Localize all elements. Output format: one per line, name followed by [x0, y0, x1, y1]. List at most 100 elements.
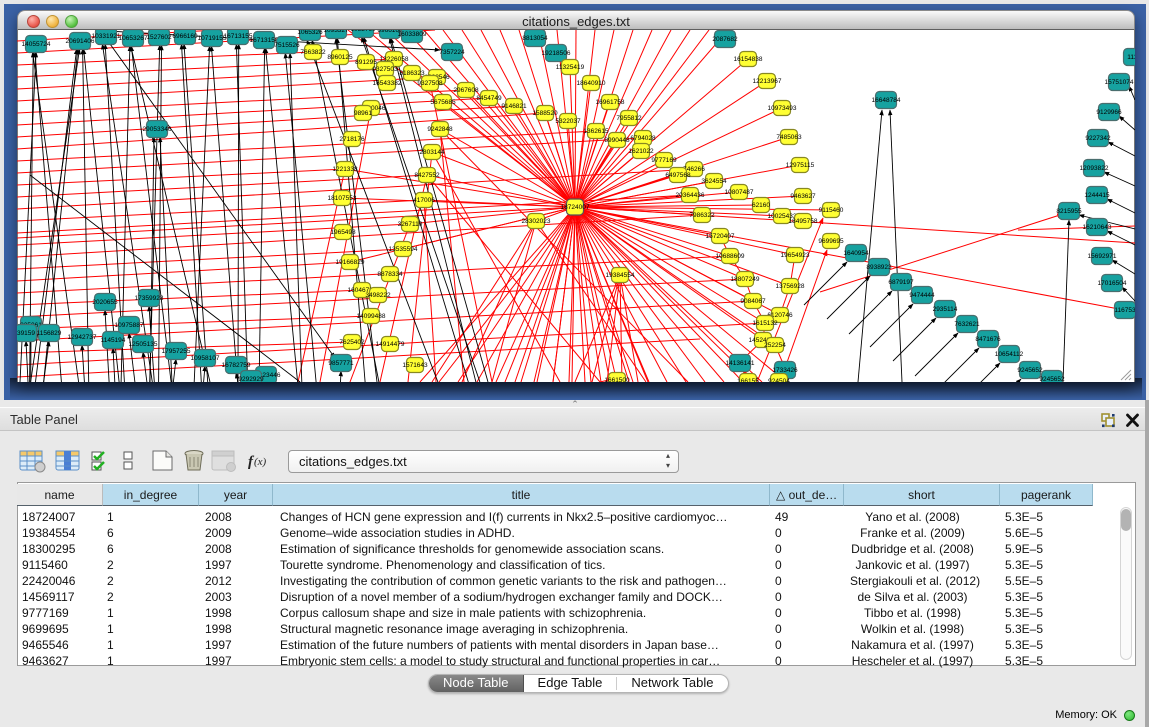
svg-text:16648784: 16648784 — [872, 97, 901, 104]
svg-text:17957255: 17957255 — [162, 348, 191, 355]
svg-text:9474444: 9474444 — [909, 292, 935, 299]
svg-text:1965498: 1965498 — [330, 229, 356, 236]
svg-text:1244415: 1244415 — [1084, 192, 1110, 199]
svg-text:16961758: 16961758 — [596, 99, 625, 106]
svg-text:16782759: 16782759 — [222, 362, 251, 369]
svg-text:18107553: 18107553 — [328, 195, 357, 202]
svg-text:10973493: 10973493 — [768, 105, 797, 112]
svg-text:19654923: 19654923 — [781, 252, 810, 259]
svg-text:9245652: 9245652 — [1039, 376, 1065, 382]
svg-text:8960125: 8960125 — [327, 54, 353, 61]
svg-text:1527602: 1527602 — [146, 34, 172, 41]
svg-text:20364436: 20364436 — [676, 192, 705, 199]
svg-text:12942737: 12942737 — [68, 334, 97, 341]
svg-text:20691406: 20691406 — [66, 38, 95, 45]
svg-text:1661500: 1661500 — [604, 377, 630, 382]
svg-text:9292929: 9292929 — [238, 376, 264, 382]
svg-text:9115460: 9115460 — [819, 207, 844, 214]
svg-text:18640910: 18640910 — [577, 80, 606, 87]
svg-text:12975115: 12975115 — [786, 162, 815, 169]
svg-text:19218506: 19218506 — [542, 50, 571, 57]
svg-text:1615132: 1615132 — [752, 320, 778, 327]
svg-text:9146821: 9146821 — [501, 103, 527, 110]
svg-text:39159: 39159 — [17, 330, 35, 337]
svg-text:2718176: 2718176 — [339, 136, 365, 143]
svg-text:1571643: 1571643 — [402, 362, 428, 369]
svg-text:7986322: 7986322 — [689, 212, 715, 219]
svg-text:116753: 116753 — [1114, 307, 1135, 314]
svg-text:166155: 166155 — [737, 378, 759, 382]
svg-text:9227342: 9227342 — [1085, 135, 1111, 142]
svg-text:19166829: 19166829 — [336, 259, 365, 266]
svg-text:9327508: 9327508 — [417, 80, 443, 87]
svg-text:8878334: 8878334 — [377, 271, 403, 278]
svg-text:12213967: 12213967 — [753, 78, 782, 85]
svg-text:12505135: 12505135 — [129, 341, 158, 348]
svg-text:10958107: 10958107 — [191, 355, 220, 362]
svg-text:1156829: 1156829 — [37, 330, 62, 337]
svg-text:5675685: 5675685 — [430, 99, 456, 106]
svg-text:7357224: 7357224 — [439, 49, 465, 56]
svg-text:9327503: 9327503 — [372, 66, 398, 73]
svg-text:98961: 98961 — [354, 110, 372, 117]
svg-text:13535594: 13535594 — [389, 246, 418, 253]
svg-text:9084067: 9084067 — [740, 298, 766, 305]
svg-text:12093822: 12093822 — [1080, 165, 1109, 172]
svg-text:11325419: 11325419 — [556, 64, 585, 71]
svg-text:6497568: 6497568 — [665, 172, 691, 179]
svg-text:7955812: 7955812 — [616, 115, 642, 122]
svg-text:16543382: 16543382 — [373, 80, 402, 87]
svg-text:1640954: 1640954 — [843, 250, 869, 257]
svg-text:3498222: 3498222 — [365, 292, 391, 299]
svg-text:1112: 1112 — [1127, 54, 1135, 61]
svg-text:15751074: 15751074 — [1105, 79, 1134, 86]
svg-text:2803144: 2803144 — [419, 149, 445, 156]
svg-text:252254: 252254 — [764, 342, 786, 349]
svg-text:9777169: 9777169 — [651, 157, 677, 164]
svg-text:14099488: 14099488 — [357, 313, 386, 320]
svg-text:1065326: 1065326 — [297, 30, 323, 36]
svg-text:6879197: 6879197 — [888, 279, 914, 286]
svg-text:16033809: 16033809 — [398, 31, 427, 38]
svg-text:10653267: 10653267 — [119, 35, 148, 42]
svg-text:8215955: 8215955 — [1056, 208, 1082, 215]
svg-text:417006: 417006 — [413, 197, 435, 204]
svg-text:9699695: 9699695 — [818, 238, 844, 245]
svg-text:1588520: 1588520 — [532, 110, 558, 117]
svg-text:10975887: 10975887 — [115, 322, 144, 329]
svg-text:3267110: 3267110 — [398, 221, 423, 228]
svg-text:924504: 924504 — [768, 378, 790, 382]
svg-text:891295: 891295 — [355, 59, 377, 66]
svg-text:9463627: 9463627 — [790, 193, 816, 200]
svg-text:7515526: 7515526 — [274, 42, 300, 49]
svg-text:8471676: 8471676 — [975, 336, 1001, 343]
svg-text:8427552: 8427552 — [414, 172, 440, 179]
svg-text:5322037: 5322037 — [555, 118, 581, 125]
svg-text:6966160: 6966160 — [172, 33, 198, 40]
svg-text:62160: 62160 — [752, 202, 770, 209]
svg-text:2020655: 2020655 — [92, 299, 118, 306]
svg-text:1145194: 1145194 — [101, 337, 126, 344]
svg-text:1362615: 1362615 — [583, 128, 609, 135]
svg-text:13756928: 13756928 — [776, 283, 805, 290]
svg-text:10331921: 10331921 — [92, 33, 121, 40]
svg-text:19384554: 19384554 — [606, 272, 635, 279]
svg-text:16210643: 16210643 — [1083, 224, 1112, 231]
svg-text:17016504: 17016504 — [1098, 280, 1127, 287]
svg-text:8990448: 8990448 — [604, 137, 630, 144]
svg-text:9857771: 9857771 — [328, 360, 354, 367]
svg-text:8938923: 8938923 — [866, 264, 892, 271]
svg-text:18724007: 18724007 — [561, 204, 590, 211]
svg-text:2967608: 2967608 — [453, 87, 479, 94]
svg-text:1621022: 1621022 — [628, 148, 654, 155]
svg-text:9245652: 9245652 — [1017, 367, 1043, 374]
svg-text:7663822: 7663822 — [300, 49, 326, 56]
svg-text:15720407: 15720407 — [706, 233, 735, 240]
svg-text:9242848: 9242848 — [427, 126, 453, 133]
svg-text:(x): (x) — [254, 456, 267, 468]
svg-text:17359928: 17359928 — [135, 295, 164, 302]
svg-text:16713155: 16713155 — [224, 33, 253, 40]
svg-text:10654112: 10654112 — [995, 351, 1024, 358]
svg-text:8454749: 8454749 — [476, 95, 502, 102]
svg-text:7632621: 7632621 — [954, 321, 980, 328]
